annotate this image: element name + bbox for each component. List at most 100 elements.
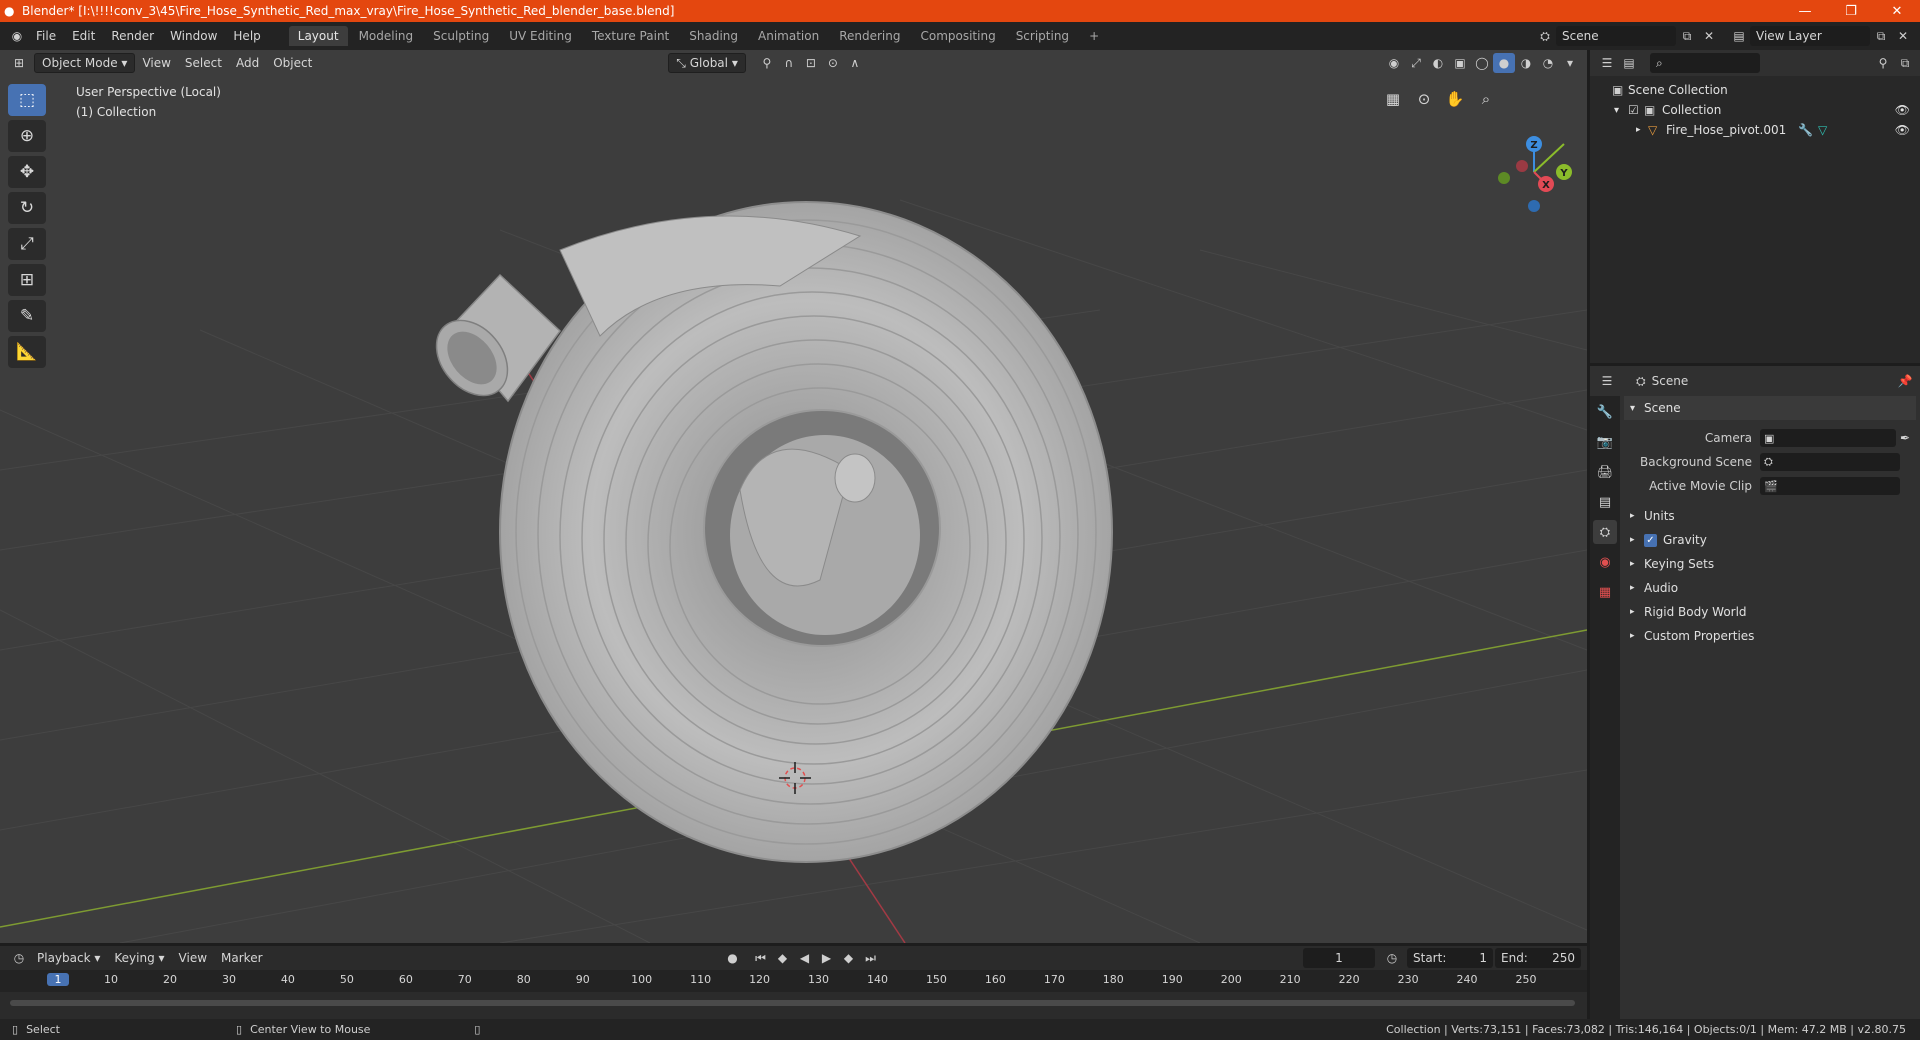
camera-view-icon[interactable]: ⊙ [1411, 86, 1437, 112]
menu-edit[interactable]: Edit [64, 26, 103, 46]
collapse-triangle-icon[interactable]: ▾ [1614, 105, 1628, 116]
outliner-object[interactable]: ▸ ▽ Fire_Hose_pivot.001 🔧 ▽ 👁 [1590, 120, 1920, 140]
transform-tool-icon[interactable]: ⊞ [8, 264, 46, 296]
next-keyframe-icon[interactable]: ◆ [838, 948, 860, 968]
jump-end-icon[interactable]: ⏭ [860, 948, 882, 968]
delete-view-layer-icon[interactable]: ✕ [1892, 26, 1914, 46]
move-tool-icon[interactable]: ✥ [8, 156, 46, 188]
active-movie-clip-field[interactable]: 🎬 [1760, 477, 1900, 495]
measure-tool-icon[interactable]: 📐 [8, 336, 46, 368]
xray-icon[interactable]: ▣ [1449, 53, 1471, 73]
eyedropper-icon[interactable]: ✒ [1900, 431, 1910, 445]
menu-file[interactable]: File [28, 26, 64, 46]
select-box-tool-icon[interactable]: ⬚ [8, 84, 46, 116]
output-tab-icon[interactable]: 🖨 [1593, 460, 1617, 484]
scene-tab-icon[interactable]: ⛭ [1593, 520, 1617, 544]
timeline-scrollbar[interactable] [10, 1000, 1575, 1006]
mesh-data-icon[interactable]: ▽ [1818, 123, 1827, 137]
outliner-collection[interactable]: ▾ ☑ ▣ Collection 👁 [1590, 100, 1920, 120]
shading-options-icon[interactable]: ▾ [1559, 53, 1581, 73]
annotate-tool-icon[interactable]: ✎ [8, 300, 46, 332]
gravity-checkbox[interactable]: ✓ [1644, 533, 1657, 547]
scene-selector[interactable]: Scene [1556, 26, 1676, 46]
cursor-tool-icon[interactable]: ⊕ [8, 120, 46, 152]
new-collection-icon[interactable]: ⧉ [1894, 53, 1916, 73]
pan-view-hand-icon[interactable]: ✋ [1442, 86, 1468, 112]
display-mode-icon[interactable]: ▤ [1618, 53, 1640, 73]
delete-scene-icon[interactable]: ✕ [1698, 26, 1720, 46]
play-reverse-icon[interactable]: ◀ [794, 948, 816, 968]
audio-panel[interactable]: ▸ Audio [1624, 576, 1916, 600]
expand-triangle-icon[interactable]: ▸ [1636, 125, 1648, 135]
collection-checkbox-icon[interactable]: ☑ [1628, 103, 1644, 117]
gizmo-neg-z[interactable] [1528, 200, 1540, 212]
toggle-ortho-icon[interactable]: ▦ [1380, 86, 1406, 112]
fire-hose-model[interactable] [422, 201, 1113, 863]
record-icon[interactable]: ● [722, 948, 744, 968]
current-frame-marker[interactable]: 1 [47, 973, 69, 986]
tab-sculpting[interactable]: Sculpting [424, 26, 498, 46]
view-layer-tab-icon[interactable]: ▤ [1593, 490, 1617, 514]
viewport-3d[interactable]: Z Y X [0, 50, 1587, 943]
frame-ruler[interactable]: 1 10 20 30 40 50 60 70 80 90 100 110 120 130 140 150 160… [0, 970, 1587, 992]
texture-tab-icon[interactable]: ▦ [1593, 580, 1617, 604]
snap-target-icon[interactable]: ⊡ [800, 53, 822, 73]
scene-icon[interactable]: ⛭ [1534, 26, 1556, 46]
object-mode-dropdown[interactable]: Object Mode ▾ [34, 53, 136, 73]
menu-help[interactable]: Help [225, 26, 268, 46]
gizmo-neg-x[interactable] [1516, 160, 1528, 172]
tab-rendering[interactable]: Rendering [830, 26, 909, 46]
visibility-icon[interactable]: ◉ [1383, 53, 1405, 73]
pivot-point-icon[interactable]: ⚲ [756, 53, 778, 73]
rigid-body-world-panel[interactable]: ▸ Rigid Body World [1624, 600, 1916, 624]
units-panel[interactable]: ▸ Units [1624, 504, 1916, 528]
minimize-button[interactable]: — [1782, 0, 1828, 22]
view-layer-selector[interactable]: View Layer [1750, 26, 1870, 46]
material-shading-icon[interactable]: ◑ [1515, 53, 1537, 73]
menu-select[interactable]: Select [178, 53, 229, 73]
menu-marker[interactable]: Marker [214, 948, 269, 968]
background-scene-field[interactable]: ⛭ [1760, 453, 1900, 471]
properties-editor-type-icon[interactable]: ☰ [1596, 371, 1618, 391]
zoom-view-icon[interactable]: ⌕ [1473, 86, 1499, 112]
tool-tab-icon[interactable]: 🔧 [1593, 400, 1617, 424]
snap-icon[interactable]: ∩ [778, 53, 800, 73]
outliner-search-input[interactable]: ⌕ [1650, 53, 1760, 73]
tab-texture-paint[interactable]: Texture Paint [583, 26, 678, 46]
menu-playback[interactable]: Playback ▾ [30, 948, 107, 968]
menu-add[interactable]: Add [229, 53, 266, 73]
tab-animation[interactable]: Animation [749, 26, 828, 46]
navigation-gizmo[interactable]: Z Y X [1498, 136, 1572, 212]
current-frame-field[interactable]: 1 [1303, 948, 1375, 968]
menu-view[interactable]: View [135, 53, 177, 73]
keying-sets-panel[interactable]: ▸ Keying Sets [1624, 552, 1916, 576]
gravity-panel[interactable]: ▸ ✓ Gravity [1624, 528, 1916, 552]
view-layer-icon[interactable]: ▤ [1728, 26, 1750, 46]
tab-shading[interactable]: Shading [680, 26, 747, 46]
transform-orientation-dropdown[interactable]: ⤡ Global ▾ [668, 53, 746, 73]
timeline-editor-type-icon[interactable]: ◷ [8, 948, 30, 968]
play-icon[interactable]: ▶ [816, 948, 838, 968]
start-frame-field[interactable]: Start: 1 [1407, 948, 1493, 968]
tab-uv-editing[interactable]: UV Editing [500, 26, 581, 46]
new-scene-icon[interactable]: ⧉ [1676, 26, 1698, 46]
rendered-shading-icon[interactable]: ◔ [1537, 53, 1559, 73]
gizmos-icon[interactable]: ⤢ [1405, 53, 1427, 73]
world-tab-icon[interactable]: ◉ [1593, 550, 1617, 574]
editor-type-icon[interactable]: ⊞ [8, 53, 30, 73]
rotate-tool-icon[interactable]: ↻ [8, 192, 46, 224]
proportional-edit-icon[interactable]: ⊙ [822, 53, 844, 73]
maximize-button[interactable]: ❐ [1828, 0, 1874, 22]
menu-render[interactable]: Render [103, 26, 162, 46]
jump-start-icon[interactable]: ⏮ [750, 948, 772, 968]
render-tab-icon[interactable]: 📷 [1593, 430, 1617, 454]
pin-icon[interactable]: 📌 [1894, 371, 1916, 391]
gizmo-neg-y[interactable] [1498, 172, 1510, 184]
close-button[interactable]: ✕ [1874, 0, 1920, 22]
scale-tool-icon[interactable]: ⤢ [8, 228, 46, 260]
timeline-track-area[interactable] [0, 992, 1587, 1012]
scene-panel-header[interactable]: ▾ Scene [1624, 396, 1916, 420]
tab-modeling[interactable]: Modeling [350, 26, 423, 46]
prev-keyframe-icon[interactable]: ◆ [772, 948, 794, 968]
tab-scripting[interactable]: Scripting [1007, 26, 1078, 46]
